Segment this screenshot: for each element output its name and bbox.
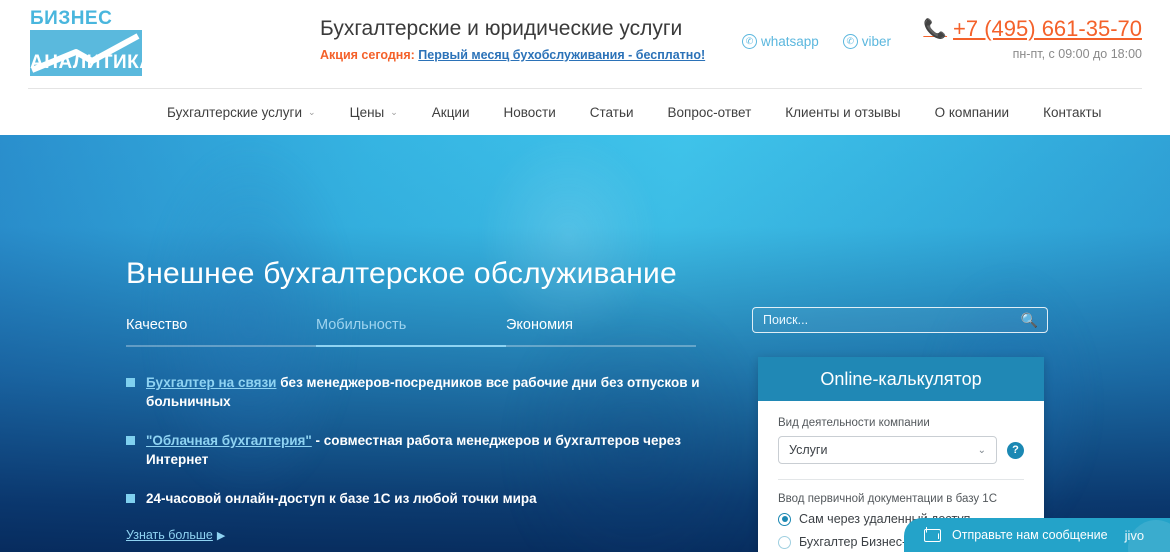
viber-link[interactable]: ✆ viber [842, 34, 892, 49]
viber-label: viber [861, 34, 892, 49]
phone-number[interactable]: 📞 +7 (495) 661-35-70 [923, 16, 1142, 42]
promo-prefix: Акция сегодня: [320, 48, 415, 62]
site-tagline: Бухгалтерские и юридические услуги [320, 17, 683, 40]
search-input[interactable] [761, 312, 1020, 328]
working-hours: пн-пт, с 09:00 до 18:00 [1012, 47, 1142, 61]
hero-tabs-row: Качество Мобильность Экономия [126, 317, 696, 333]
play-triangle-icon: ▶ [216, 530, 226, 542]
logo-top-word: БИЗНЕС [30, 8, 113, 29]
divider [778, 479, 1024, 480]
bullet-text: "Облачная бухгалтерия" - совместная рабо… [146, 431, 746, 469]
whatsapp-icon: ✆ [742, 34, 757, 49]
nav-item-promotions[interactable]: Акции [415, 105, 487, 120]
logo[interactable]: БИЗНЕС АНАЛИТИКА [26, 8, 154, 76]
list-item: 24-часовой онлайн-доступ к базе 1С из лю… [126, 489, 746, 508]
jivo-brand-label: jivo [1124, 527, 1145, 543]
activity-row: Услуги ⌄ ? [778, 436, 1024, 464]
nav-item-contacts[interactable]: Контакты [1026, 105, 1118, 120]
viber-icon: ✆ [842, 34, 858, 49]
chevron-down-icon: ⌄ [390, 107, 398, 117]
search-box[interactable]: 🔍 [752, 307, 1048, 333]
main-navigation: Бухгалтерские услуги ⌄ Цены ⌄ Акции Ново… [0, 90, 1170, 135]
nav-label: Цены [349, 105, 385, 120]
hero-feature-list: Бухгалтер на связи без менеджеров-посред… [126, 373, 746, 542]
jivo-chat-widget[interactable]: Отправьте нам сообщение jivo [904, 518, 1170, 552]
nav-item-accounting-services[interactable]: Бухгалтерские услуги ⌄ [150, 105, 333, 120]
nav-item-articles[interactable]: Статьи [573, 105, 651, 120]
site-header: БИЗНЕС АНАЛИТИКА Бухгалтерские и юридиче… [0, 0, 1170, 90]
activity-label: Вид деятельности компании [778, 417, 930, 429]
nav-item-news[interactable]: Новости [487, 105, 573, 120]
hero-tabs: Качество Мобильность Экономия [126, 317, 696, 347]
promo-link[interactable]: Первый месяц бухобслуживания - бесплатно… [418, 48, 705, 62]
list-item: Бухгалтер на связи без менеджеров-посред… [126, 373, 746, 411]
nav-label: Вопрос-ответ [667, 105, 752, 120]
bullet-link[interactable]: "Облачная бухгалтерия" [146, 433, 312, 448]
nav-items: Бухгалтерские услуги ⌄ Цены ⌄ Акции Ново… [150, 90, 1118, 135]
bullet-link[interactable]: Бухгалтер на связи [146, 375, 276, 390]
tab-economy[interactable]: Экономия [506, 317, 696, 333]
hero-tabs-underline [126, 345, 696, 347]
bullet-square-icon [126, 494, 135, 503]
nav-label: Бухгалтерские услуги [167, 105, 303, 120]
logo-bottom-word: АНАЛИТИКА [30, 52, 154, 73]
tab-quality[interactable]: Качество [126, 317, 316, 333]
bullet-square-icon [126, 378, 135, 387]
header-tagline-block: Бухгалтерские и юридические услуги Акция… [320, 16, 720, 62]
jivo-message-label: Отправьте нам сообщение [952, 528, 1108, 542]
learn-more-row: Узнать больше ▶ [126, 528, 746, 542]
search-icon[interactable]: 🔍 [1020, 313, 1039, 327]
nav-label: Акции [431, 105, 470, 120]
promo-line: Акция сегодня: Первый месяц бухобслужива… [320, 48, 720, 62]
tab-mobility[interactable]: Мобильность [316, 317, 506, 333]
radio-icon[interactable] [778, 535, 791, 549]
whatsapp-link[interactable]: ✆ whatsapp [742, 34, 819, 49]
activity-select[interactable]: Услуги ⌄ [778, 436, 997, 464]
hero-tab-active-indicator [316, 345, 506, 347]
nav-label: О компании [934, 105, 1010, 120]
nav-label: Контакты [1043, 105, 1102, 120]
nav-label: Клиенты и отзывы [785, 105, 901, 120]
activity-selected-value: Услуги [789, 443, 828, 457]
bullet-text: Бухгалтер на связи без менеджеров-посред… [146, 373, 746, 411]
chevron-down-icon: ⌄ [308, 107, 316, 117]
phone-icon: 📞 [923, 19, 948, 40]
nav-label: Новости [503, 105, 556, 120]
chevron-down-icon: ⌄ [977, 444, 986, 456]
calculator-title: Online-калькулятор [758, 357, 1044, 401]
hero-heading: Внешнее бухгалтерское обслуживание [126, 257, 677, 290]
nav-item-clients-reviews[interactable]: Клиенты и отзывы [768, 105, 917, 120]
learn-more-link[interactable]: Узнать больше [126, 528, 213, 542]
radio-icon-selected[interactable] [778, 512, 791, 526]
envelope-icon [924, 528, 941, 542]
nav-label: Статьи [589, 105, 634, 120]
list-item: "Облачная бухгалтерия" - совместная рабо… [126, 431, 746, 469]
header-contact-block: 📞 +7 (495) 661-35-70 пн-пт, с 09:00 до 1… [923, 16, 1142, 61]
help-icon[interactable]: ? [1007, 441, 1024, 459]
messenger-links: ✆ whatsapp ✆ viber [742, 34, 891, 49]
nav-item-prices[interactable]: Цены ⌄ [333, 105, 415, 120]
bullet-text: 24-часовой онлайн-доступ к базе 1С из лю… [146, 489, 537, 508]
hero-banner: Внешнее бухгалтерское обслуживание Качес… [0, 135, 1170, 552]
phone-text: +7 (495) 661-35-70 [953, 16, 1142, 41]
bullet-square-icon [126, 436, 135, 445]
bullet-rest: 24-часовой онлайн-доступ к базе 1С из лю… [146, 491, 537, 506]
header-divider [28, 88, 1142, 89]
nav-item-faq[interactable]: Вопрос-ответ [651, 105, 769, 120]
nav-item-about[interactable]: О компании [918, 105, 1026, 120]
hero-content: Внешнее бухгалтерское обслуживание Качес… [126, 257, 726, 542]
docs-label: Ввод первичной документации в базу 1С [778, 493, 997, 505]
whatsapp-label: whatsapp [761, 34, 819, 49]
